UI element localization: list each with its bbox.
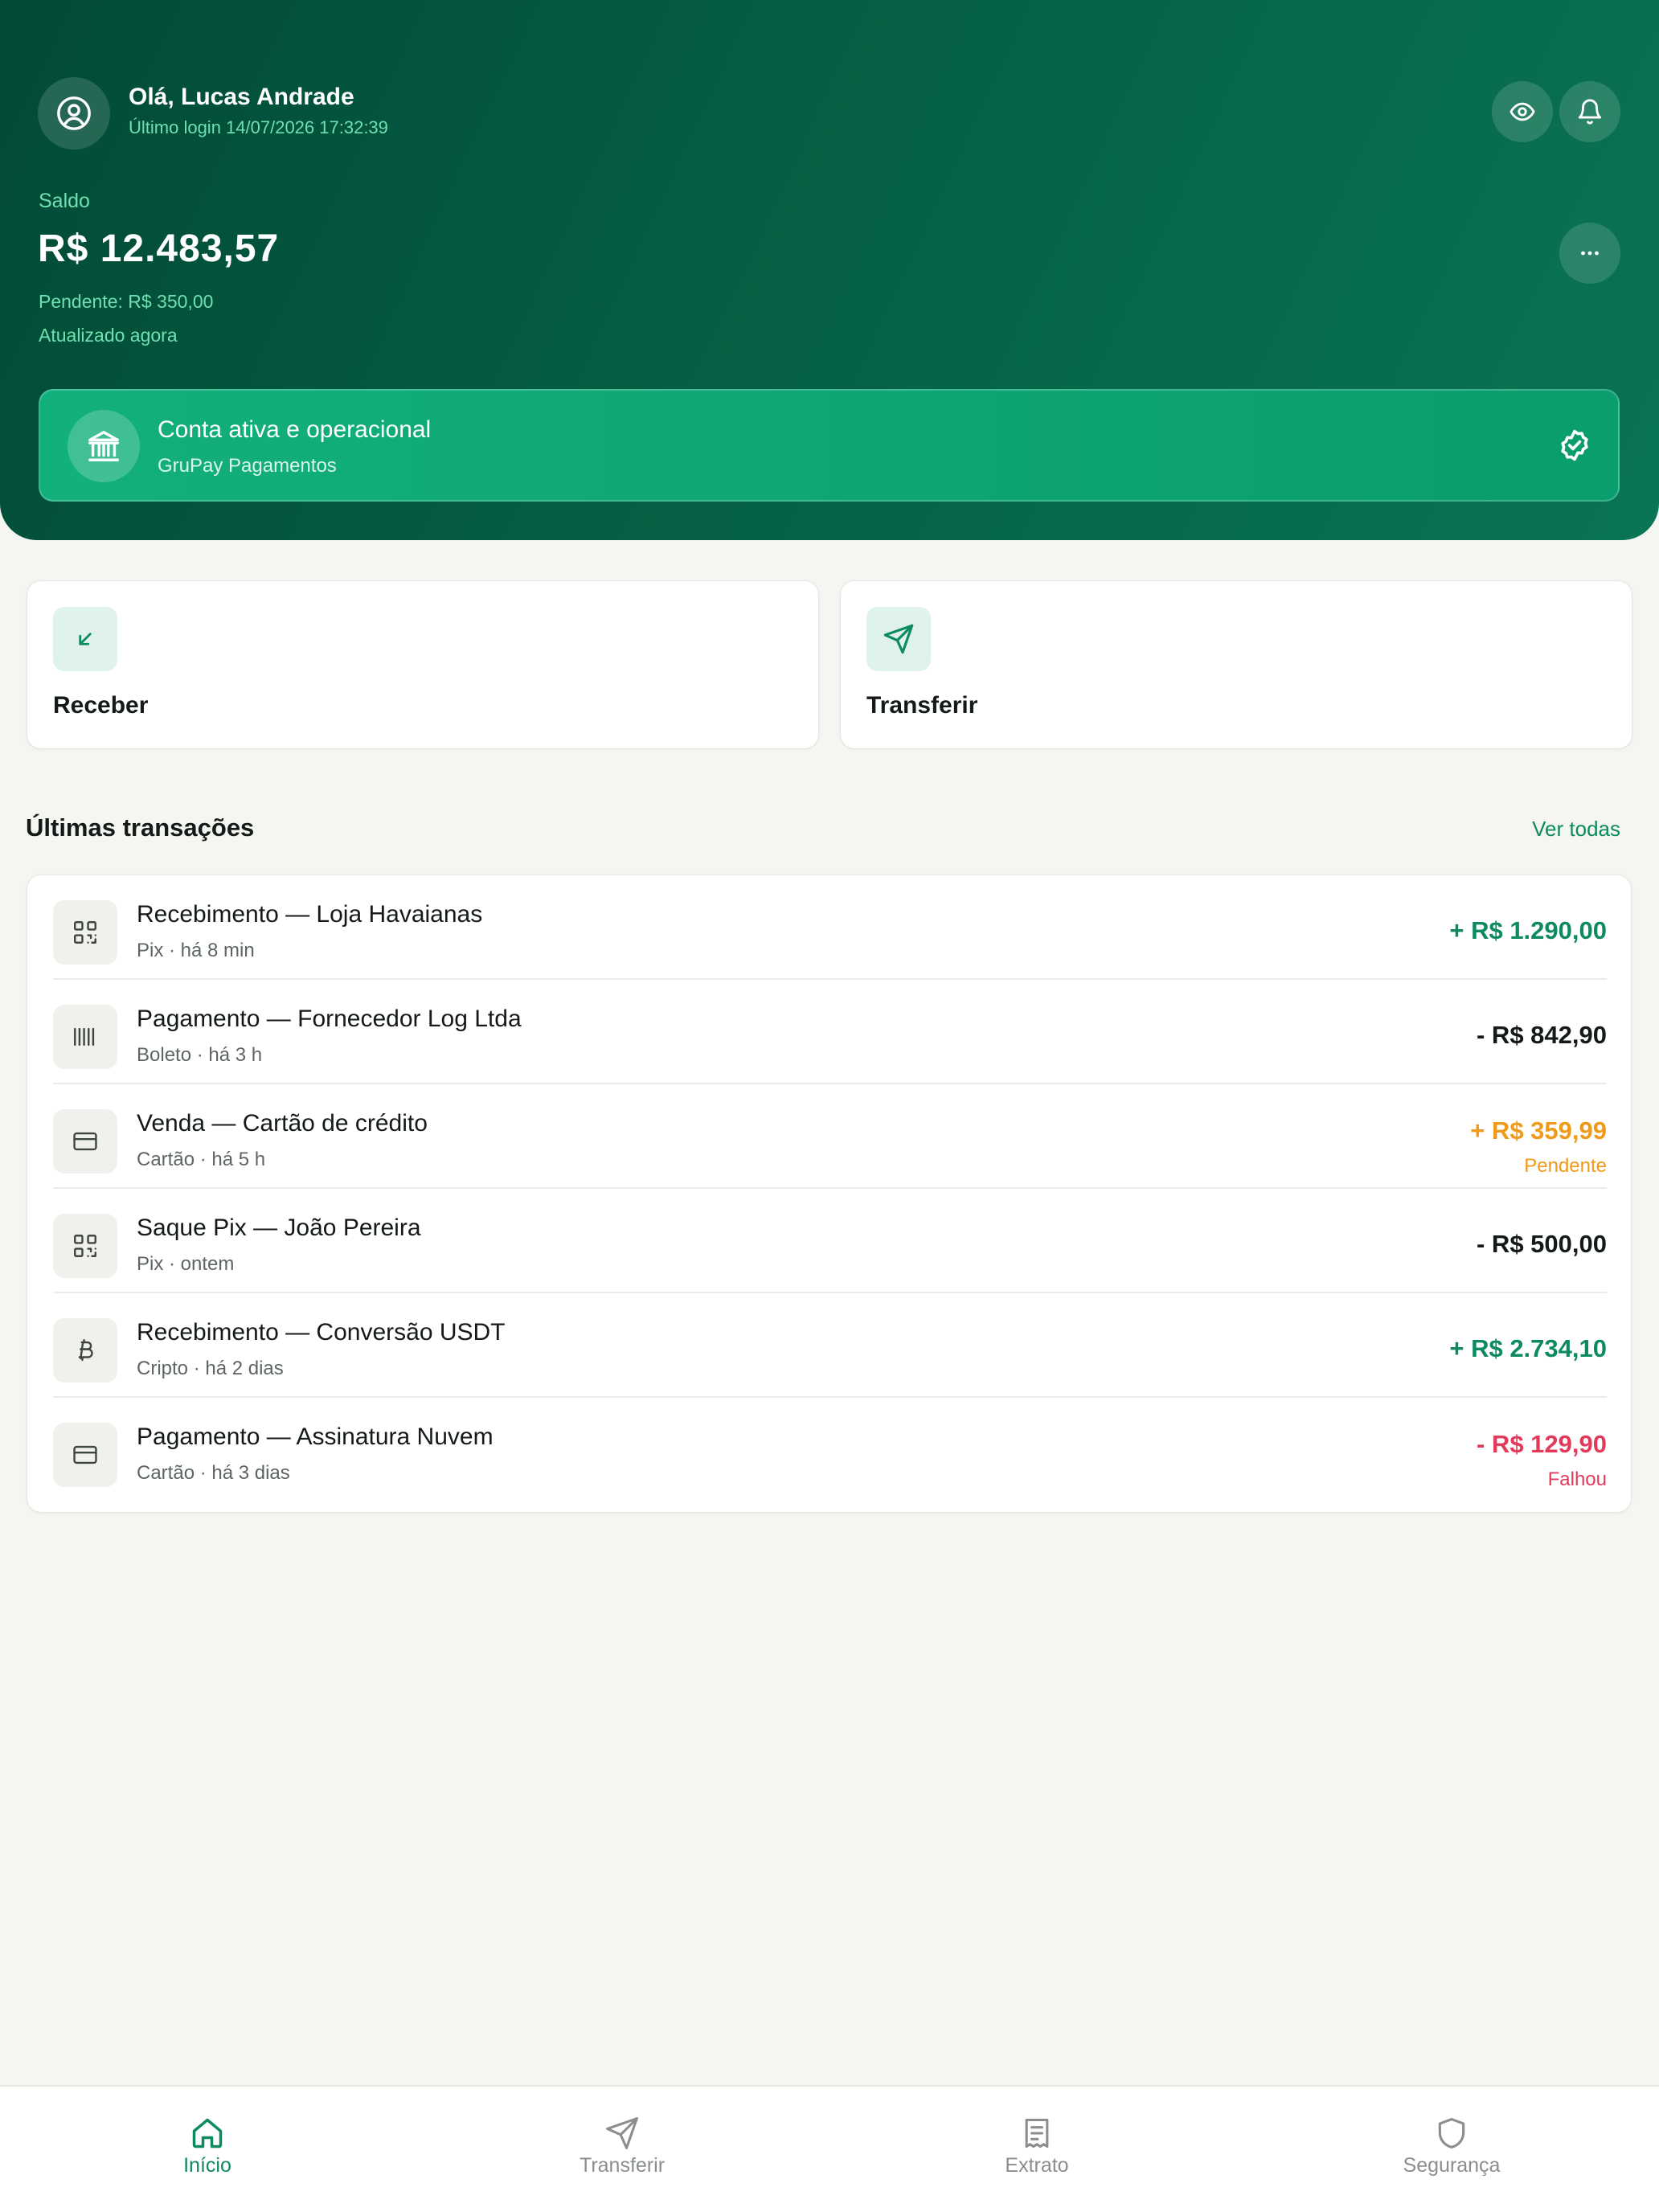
transactions-title: Últimas transações [26,813,255,842]
user-circle-icon [57,96,91,130]
more-options-button[interactable] [1559,223,1620,284]
pending-balance: Pendente: R$ 350,00 [39,291,214,312]
balance-label: Saldo [39,190,90,212]
notifications-button[interactable] [1559,81,1620,142]
bank-icon-wrap [68,410,140,482]
verified-badge-icon [1561,429,1588,461]
account-status-card[interactable]: Conta ativa e operacional GruPay Pagamen… [39,389,1620,502]
bell-icon [1578,99,1602,125]
transaction-amount: + R$ 2.734,10 [1449,1334,1607,1362]
transaction-amount: + R$ 359,99 [1470,1116,1607,1145]
more-icon [1581,251,1599,256]
qr-code-icon [74,1235,96,1257]
home-icon [192,2118,223,2149]
status-badge: Pendente [1524,1155,1607,1177]
toggle-visibility-button[interactable] [1492,81,1553,142]
nav-item-extrato[interactable]: Extrato [830,2087,1244,2212]
transactions-list: Recebimento — Loja Havaianas Pix · há 8 … [27,875,1632,1513]
nav-item-seguranca[interactable]: Segurança [1244,2087,1659,2212]
transaction-icon-wrap [53,1005,117,1069]
see-all-link[interactable]: Ver todas [1532,817,1620,842]
transaction-icon-wrap [53,1423,117,1487]
transaction-meta: Cartão · há 3 dias [137,1462,290,1484]
greeting: Olá, Lucas Andrade [129,84,354,110]
transaction-amount: + R$ 1.290,00 [1449,916,1607,944]
credit-card-icon [73,1445,97,1464]
transaction-icon-wrap [53,900,117,965]
account-status-title: Conta ativa e operacional [158,416,432,443]
send-icon [883,624,914,654]
send-icon [606,2117,638,2149]
receive-label: Receber [53,692,149,719]
transaction-icon-wrap [53,1214,117,1278]
updated-status: Atualizado agora [39,325,178,346]
bitcoin-icon [78,1339,93,1362]
nav-label: Segurança [1403,2154,1501,2177]
credit-card-icon [73,1132,97,1151]
transfer-icon-wrap [866,607,931,671]
nav-item-inicio[interactable]: Início [0,2087,415,2212]
transaction-row[interactable]: Recebimento — Conversão USDT Cripto · há… [53,1293,1607,1398]
transaction-meta: Pix · há 8 min [137,940,255,961]
transaction-row[interactable]: Recebimento — Loja Havaianas Pix · há 8 … [53,875,1607,980]
transaction-amount: - R$ 129,90 [1477,1430,1607,1458]
transfer-label: Transferir [866,692,978,719]
receipt-icon [1025,2118,1049,2149]
nav-label: Início [183,2154,231,2177]
transaction-amount: - R$ 500,00 [1477,1230,1607,1258]
receive-button[interactable]: Receber [27,580,819,749]
transaction-icon-wrap [53,1318,117,1382]
transaction-title: Recebimento — Loja Havaianas [137,901,483,928]
transaction-row[interactable]: Saque Pix — João Pereira Pix · ontem - R… [53,1189,1607,1293]
transaction-meta: Boleto · há 3 h [137,1044,263,1066]
nav-item-transferir[interactable]: Transferir [415,2087,830,2212]
status-badge: Falhou [1547,1469,1607,1490]
transaction-meta: Pix · ontem [137,1253,235,1275]
nav-label: Transferir [579,2154,666,2177]
last-login: Último login 14/07/2026 17:32:39 [129,117,388,137]
bottom-nav: Início Transferir Extrato Segurança [0,2085,1659,2212]
transaction-amount: - R$ 842,90 [1477,1021,1607,1049]
transaction-row[interactable]: Pagamento — Assinatura Nuvem Cartão · há… [53,1398,1607,1502]
bank-icon [88,431,119,461]
transfer-button[interactable]: Transferir [840,580,1632,749]
transaction-row[interactable]: Venda — Cartão de crédito Cartão · há 5 … [53,1084,1607,1189]
account-status-subtitle: GruPay Pagamentos [158,455,337,477]
eye-icon [1509,102,1535,121]
transaction-title: Recebimento — Conversão USDT [137,1319,506,1346]
receive-icon-wrap [53,607,117,671]
transaction-icon-wrap [53,1109,117,1174]
shield-icon [1438,2118,1465,2149]
arrow-down-left-icon [79,633,92,645]
balance-value: R$ 12.483,57 [38,227,280,270]
transaction-title: Saque Pix — João Pereira [137,1215,421,1241]
header-panel: Olá, Lucas Andrade Último login 14/07/20… [0,0,1659,540]
transaction-meta: Cripto · há 2 dias [137,1358,284,1379]
transaction-meta: Cartão · há 5 h [137,1149,266,1170]
transaction-title: Pagamento — Assinatura Nuvem [137,1423,494,1450]
barcode-icon [74,1027,95,1047]
transaction-title: Venda — Cartão de crédito [137,1110,428,1137]
transaction-title: Pagamento — Fornecedor Log Ltda [137,1006,522,1032]
qr-code-icon [74,921,96,944]
nav-label: Extrato [1005,2154,1069,2177]
avatar[interactable] [38,77,110,150]
transaction-row[interactable]: Pagamento — Fornecedor Log Ltda Boleto ·… [53,980,1607,1084]
